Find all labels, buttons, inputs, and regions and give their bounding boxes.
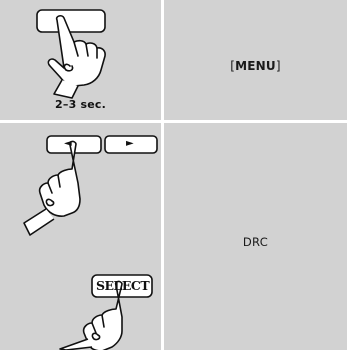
- step2-illustration-cell: ◄ ► SELECT: [0, 123, 161, 350]
- bracket-close: ]: [275, 59, 281, 73]
- instruction-table: 2–3 sec. [MENU] ◄ ► SELECT DRC: [0, 0, 347, 350]
- step1-illustration-cell: 2–3 sec.: [0, 0, 161, 120]
- left-arrow-icon: ◄: [64, 138, 72, 149]
- drc-action-text: DRC: [242, 235, 269, 249]
- wrist-shape-lower: [59, 338, 93, 350]
- right-arrow-icon: ►: [126, 138, 134, 149]
- menu-button-shape: [36, 9, 106, 33]
- step1-action-cell: [MENU]: [164, 0, 347, 120]
- select-button-label: SELECT: [96, 278, 150, 293]
- navigate-select-illustration: [23, 135, 158, 350]
- menu-label: MENU: [235, 59, 276, 73]
- menu-action-text: [MENU]: [164, 59, 347, 73]
- step2-action-cell: DRC: [164, 123, 347, 350]
- hold-duration-caption: 2–3 sec.: [55, 98, 106, 111]
